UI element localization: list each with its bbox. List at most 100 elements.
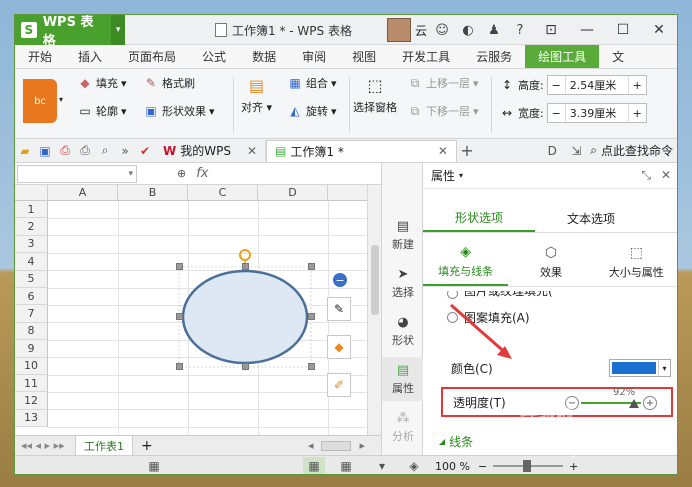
- close-tab-icon[interactable]: ✕: [438, 144, 448, 158]
- outline-button[interactable]: ▭ 轮廓 ▾: [77, 103, 126, 119]
- style-gallery-arrow-icon[interactable]: ▾: [59, 95, 63, 104]
- minimize-button[interactable]: —: [571, 15, 603, 45]
- shape-fill-float-button[interactable]: ◆: [327, 335, 351, 359]
- radio-pattern-fill[interactable]: [447, 312, 458, 323]
- close-icon[interactable]: ✕: [661, 168, 671, 183]
- column-header[interactable]: C: [188, 185, 258, 201]
- shape-style-gallery[interactable]: bc: [23, 79, 57, 123]
- row-header[interactable]: 10: [15, 357, 48, 375]
- fx-icon[interactable]: fx: [196, 166, 208, 181]
- height-value[interactable]: 2.54厘米: [566, 76, 628, 94]
- print-icon[interactable]: ⎙: [75, 141, 95, 161]
- row-header[interactable]: 3: [15, 235, 48, 254]
- resize-handle[interactable]: [176, 363, 183, 370]
- close-tab-icon[interactable]: ✕: [247, 144, 257, 158]
- color-picker[interactable]: ▾: [609, 359, 671, 377]
- row-header[interactable]: 2: [15, 218, 48, 236]
- tab-workbook[interactable]: ▤ 工作簿1 * ✕: [266, 139, 457, 162]
- line-section-header[interactable]: ◢ 线条: [439, 433, 473, 450]
- tab-page-layout[interactable]: 页面布局: [115, 45, 189, 68]
- collapse-float-icon[interactable]: −: [333, 273, 347, 287]
- dictionary-icon[interactable]: D: [542, 141, 562, 161]
- avatar[interactable]: [386, 18, 411, 42]
- row-header[interactable]: 6: [15, 288, 48, 306]
- page-layout-view-icon[interactable]: ▦: [335, 457, 357, 474]
- align-button[interactable]: ▤ 对齐 ▾: [241, 76, 272, 115]
- tab-insert[interactable]: 插入: [65, 45, 115, 68]
- subtab-effects[interactable]: ⬡ 效果: [508, 239, 593, 286]
- subtab-fill-line[interactable]: ◈ 填充与线条: [423, 239, 509, 286]
- feedback-icon[interactable]: ◐: [457, 19, 479, 41]
- group-button[interactable]: ▦ 组合 ▾: [287, 75, 336, 91]
- width-decrease-button[interactable]: −: [548, 104, 566, 122]
- bring-forward-button[interactable]: ⧉ 上移一层 ▾: [407, 75, 479, 91]
- row-header[interactable]: 5: [15, 270, 48, 288]
- column-header[interactable]: B: [118, 185, 188, 201]
- add-sheet-icon[interactable]: +: [133, 438, 161, 454]
- height-input[interactable]: − 2.54厘米 +: [546, 75, 647, 95]
- slider-knob[interactable]: [629, 399, 639, 408]
- row-header[interactable]: 8: [15, 322, 48, 341]
- maximize-button[interactable]: ☐: [607, 15, 639, 45]
- tab-view[interactable]: 视图: [339, 45, 389, 68]
- resize-handle[interactable]: [242, 363, 249, 370]
- fill-button[interactable]: ◆ 填充 ▾: [77, 75, 126, 91]
- tab-shape-options[interactable]: 形状选项: [423, 205, 535, 232]
- tab-text-options[interactable]: 文本选项: [535, 205, 647, 232]
- increase-transparency-button[interactable]: +: [643, 396, 657, 410]
- format-brush-button[interactable]: ✎ 格式刷: [143, 75, 195, 91]
- export-icon[interactable]: ⇲: [566, 141, 586, 161]
- radio-picture-fill[interactable]: [447, 291, 458, 299]
- resize-handle[interactable]: [308, 363, 315, 370]
- eye-protection-icon[interactable]: ◈: [403, 457, 425, 474]
- width-increase-button[interactable]: +: [627, 104, 646, 122]
- transparency-slider[interactable]: − 92% +: [565, 387, 657, 410]
- name-box[interactable]: ▾: [17, 164, 137, 183]
- zoom-level[interactable]: 100 %: [435, 460, 470, 473]
- app-menu-button[interactable]: S WPS 表格 ▾: [15, 15, 125, 49]
- page-break-view-icon[interactable]: ▾: [371, 457, 393, 474]
- column-header[interactable]: A: [48, 185, 118, 201]
- row-header[interactable]: 13: [15, 409, 48, 428]
- column-header[interactable]: [328, 185, 367, 201]
- tab-review[interactable]: 审阅: [289, 45, 339, 68]
- calendar-icon[interactable]: ▦: [143, 457, 165, 474]
- restore-ribbon-icon[interactable]: ⊡: [535, 15, 567, 45]
- find-command[interactable]: D ⇲ ⌕ 点此查找命令: [542, 141, 677, 161]
- send-backward-button[interactable]: ⧉ 下移一层 ▾: [407, 103, 479, 119]
- user-label[interactable]: 云: [415, 22, 427, 39]
- resize-handle[interactable]: [176, 313, 183, 320]
- tab-developer[interactable]: 开发工具: [389, 45, 463, 68]
- chevron-down-icon[interactable]: ▾: [111, 15, 125, 45]
- chevron-down-icon[interactable]: ▾: [658, 360, 670, 376]
- row-header[interactable]: 7: [15, 305, 48, 323]
- resize-handle[interactable]: [308, 313, 315, 320]
- select-all-corner[interactable]: [15, 185, 48, 201]
- print-preview-icon[interactable]: ⌕: [95, 141, 115, 161]
- customize-icon[interactable]: ✔: [135, 141, 155, 161]
- sheet-tab[interactable]: 工作表1: [75, 435, 133, 456]
- zoom-out-icon[interactable]: −: [478, 460, 487, 473]
- tab-cloud[interactable]: 云服务: [463, 45, 525, 68]
- shape-effects-button[interactable]: ▣ 形状效果 ▾: [143, 103, 214, 119]
- tab-formulas[interactable]: 公式: [189, 45, 239, 68]
- tab-drawing-tools[interactable]: 绘图工具: [525, 45, 600, 68]
- subtab-size-properties[interactable]: ⬚ 大小与属性: [594, 239, 677, 286]
- help-icon[interactable]: ?: [509, 19, 531, 41]
- export-pdf-icon[interactable]: ⎙: [55, 141, 75, 161]
- width-input[interactable]: − 3.39厘米 +: [546, 103, 647, 123]
- row-header[interactable]: 9: [15, 340, 48, 358]
- side-select-button[interactable]: ➤ 选择: [382, 261, 424, 305]
- pattern-fill-option[interactable]: 图案填充(A): [447, 309, 530, 326]
- zoom-slider[interactable]: [493, 460, 564, 472]
- selection-pane-button[interactable]: ⬚ 选择窗格: [353, 76, 397, 115]
- row-header[interactable]: 11: [15, 375, 48, 393]
- tab-mywps[interactable]: W 我的WPS ✕: [155, 139, 267, 162]
- row-header[interactable]: 12: [15, 392, 48, 410]
- skin-icon[interactable]: ☺: [431, 19, 453, 41]
- close-button[interactable]: ✕: [643, 15, 675, 45]
- tab-text-tools[interactable]: 文: [599, 45, 637, 68]
- side-new-button[interactable]: ▤ 新建: [382, 213, 424, 257]
- rotate-button[interactable]: ◭ 旋转 ▾: [287, 103, 336, 119]
- column-header[interactable]: D: [258, 185, 328, 201]
